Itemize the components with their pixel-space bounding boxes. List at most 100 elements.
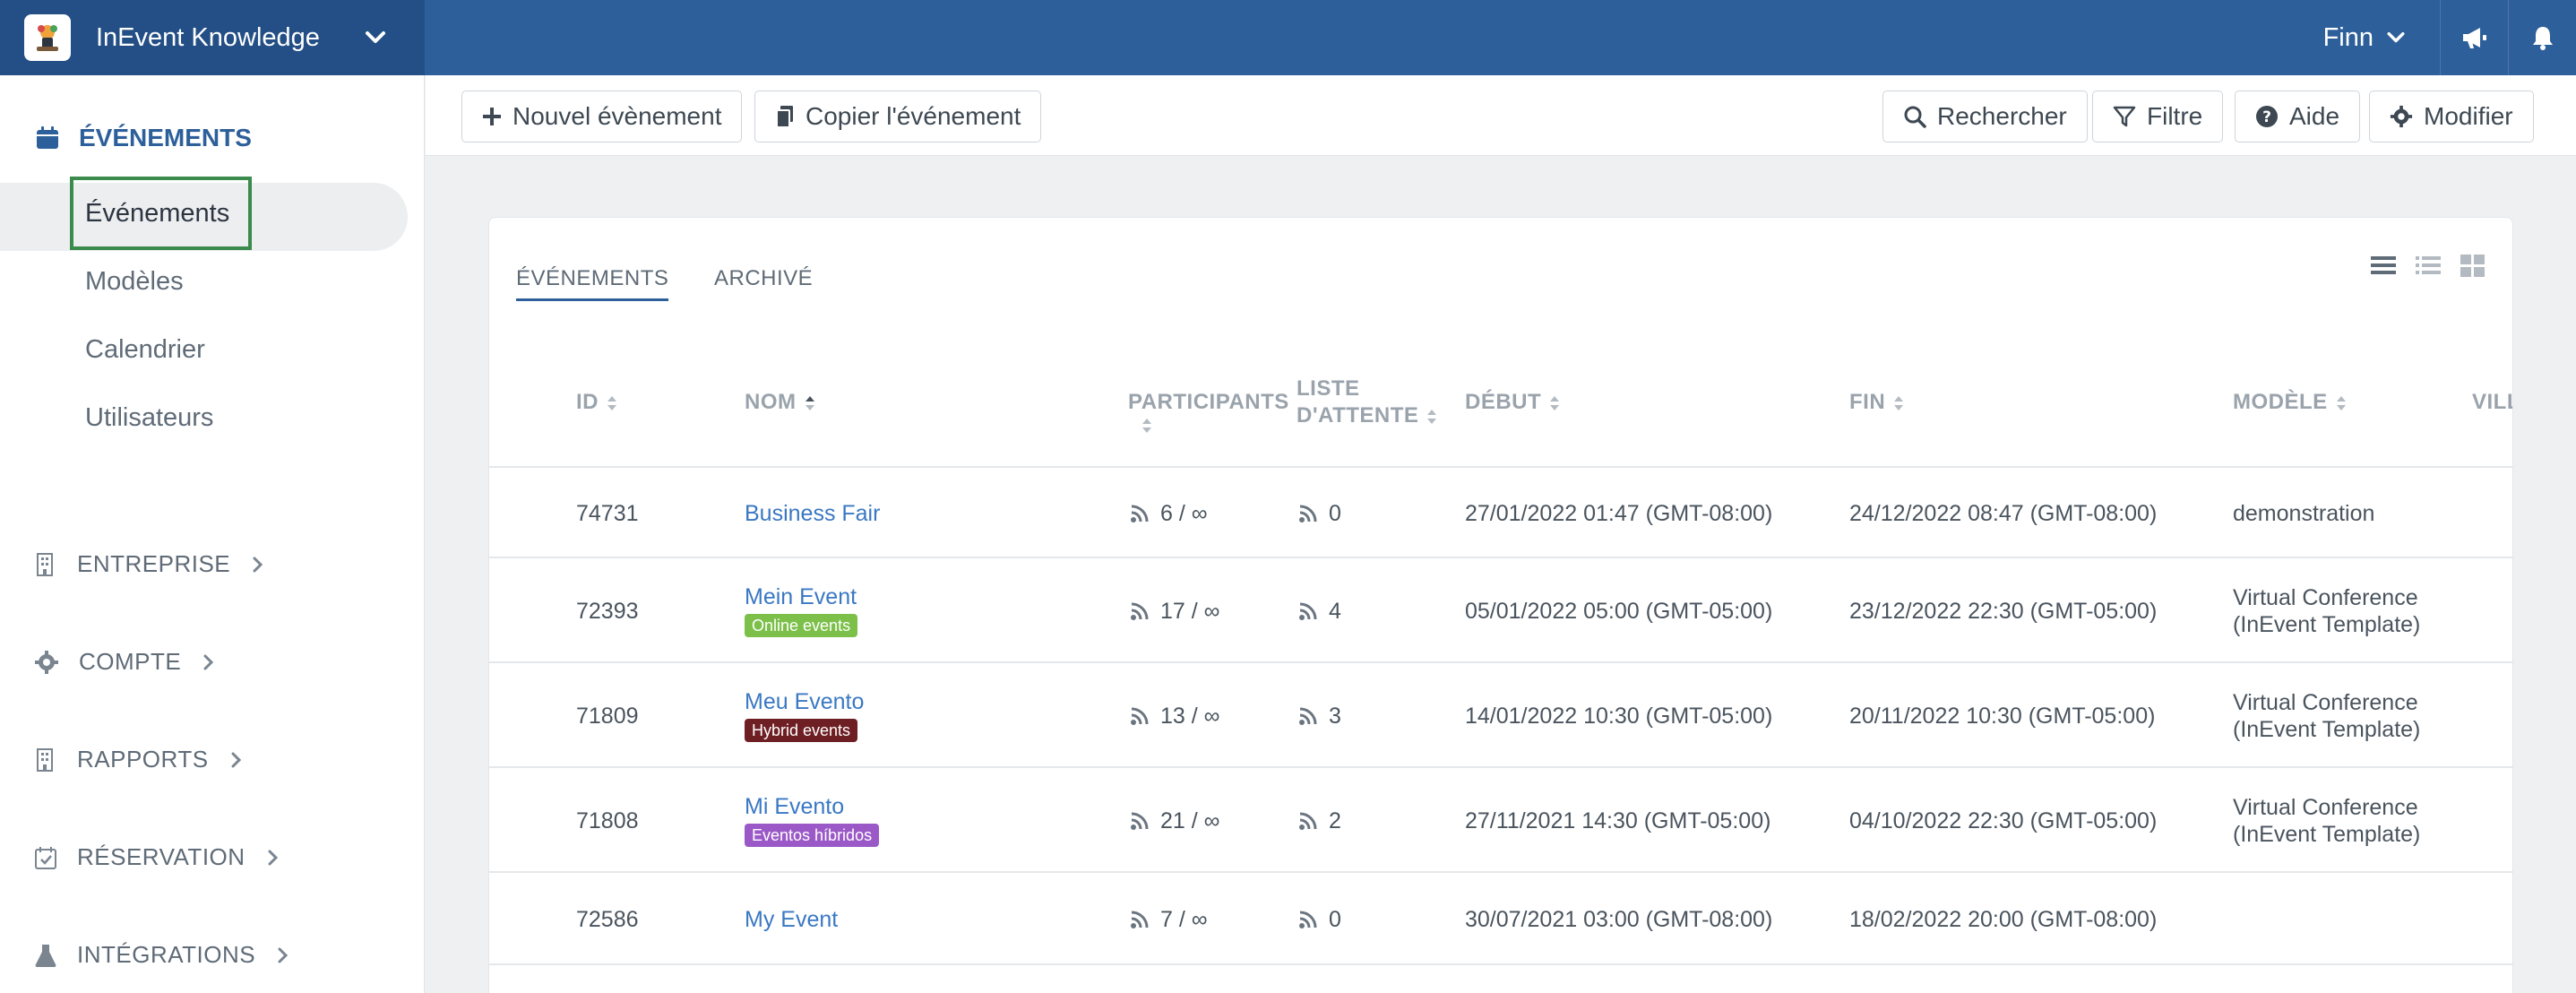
gear-icon bbox=[2390, 105, 2413, 128]
column-header-city[interactable]: VILL bbox=[2472, 389, 2512, 416]
sidebar-group-reports[interactable]: RAPPORTS bbox=[34, 746, 245, 773]
sidebar-item-users[interactable]: Utilisateurs bbox=[85, 403, 213, 433]
cell-waitlist: 0 bbox=[1298, 906, 1341, 933]
tab-events[interactable]: ÉVÉNEMENTS bbox=[516, 266, 669, 301]
cell-id: 72586 bbox=[576, 907, 639, 932]
cell-end: 20/11/2022 10:30 (GMT-05:00) bbox=[1849, 704, 2156, 729]
cell-participants: 7 / ∞ bbox=[1130, 906, 1208, 933]
waitlist-count: 2 bbox=[1329, 808, 1341, 833]
cell-waitlist: 2 bbox=[1298, 807, 1341, 834]
rss-icon bbox=[1131, 602, 1149, 620]
cell-end: 24/12/2022 08:47 (GMT-08:00) bbox=[1849, 501, 2158, 526]
edit-button[interactable]: Modifier bbox=[2369, 91, 2534, 142]
header-label: MODÈLE bbox=[2233, 390, 2328, 414]
help-icon: ? bbox=[2256, 106, 2278, 127]
column-header-id[interactable]: ID bbox=[576, 389, 618, 416]
megaphone-icon[interactable] bbox=[2440, 0, 2508, 75]
participants-count: 7 / ∞ bbox=[1160, 907, 1208, 932]
template-line: Virtual Conference bbox=[2233, 690, 2418, 715]
sort-icon bbox=[2336, 395, 2346, 410]
row-divider bbox=[489, 557, 2512, 558]
calendar-check-icon bbox=[35, 846, 56, 869]
cell-waitlist: 0 bbox=[1298, 500, 1341, 527]
sidebar-group-account[interactable]: COMPTE bbox=[34, 648, 217, 676]
tab-archived[interactable]: ARCHIVÉ bbox=[714, 266, 813, 291]
chevron-down-icon bbox=[2387, 31, 2405, 43]
grid-view-icon[interactable] bbox=[2459, 252, 2487, 279]
search-button[interactable]: Rechercher bbox=[1882, 91, 2088, 142]
chevron-right-icon bbox=[268, 850, 278, 865]
cell-start: 30/07/2021 03:00 (GMT-08:00) bbox=[1465, 907, 1773, 932]
column-header-participants[interactable]: PARTICIPANTS bbox=[1128, 389, 1289, 443]
cell-id: 71809 bbox=[576, 704, 639, 729]
sort-icon bbox=[1550, 395, 1560, 410]
cell-participants: 17 / ∞ bbox=[1130, 598, 1219, 625]
rss-icon bbox=[1299, 707, 1317, 725]
filter-button[interactable]: Filtre bbox=[2092, 91, 2224, 142]
cell-start: 14/01/2022 10:30 (GMT-05:00) bbox=[1465, 704, 1773, 729]
cell-start: 27/01/2022 01:47 (GMT-08:00) bbox=[1465, 501, 1773, 526]
column-header-template[interactable]: MODÈLE bbox=[2233, 389, 2348, 416]
bell-icon[interactable] bbox=[2508, 0, 2576, 75]
edit-label: Modifier bbox=[2424, 102, 2513, 130]
event-name-link[interactable]: Business Fair bbox=[745, 500, 880, 527]
sidebar-group-company[interactable]: ENTREPRISE bbox=[34, 550, 266, 578]
sidebar-item-events[interactable]: Événements bbox=[85, 199, 229, 229]
detail-list-icon[interactable] bbox=[2414, 252, 2442, 279]
event-name-link[interactable]: Mein Event bbox=[745, 583, 857, 610]
user-menu[interactable]: Finn bbox=[2291, 0, 2440, 75]
sidebar-item-calendar[interactable]: Calendrier bbox=[85, 335, 205, 365]
column-header-start[interactable]: DÉBUT bbox=[1465, 389, 1561, 416]
header-label: D'ATTENTE bbox=[1297, 403, 1419, 427]
list-view-icon[interactable] bbox=[2369, 252, 2398, 279]
template-line: Virtual Conference bbox=[2233, 795, 2418, 820]
participants-count: 21 / ∞ bbox=[1160, 808, 1220, 833]
rss-icon bbox=[1299, 505, 1317, 522]
new-event-button[interactable]: Nouvel évènement bbox=[461, 91, 743, 142]
sidebar-group-booking[interactable]: RÉSERVATION bbox=[34, 843, 281, 871]
chevron-down-icon[interactable] bbox=[362, 24, 389, 56]
copy-event-button[interactable]: Copier l'événement bbox=[754, 91, 1042, 142]
copy-event-label: Copier l'événement bbox=[806, 102, 1021, 130]
sidebar-group-label: ENTREPRISE bbox=[77, 550, 231, 577]
event-name-link[interactable]: My Event bbox=[745, 906, 838, 933]
participants-count: 13 / ∞ bbox=[1160, 704, 1220, 729]
building-icon bbox=[37, 552, 53, 576]
toolbar: Nouvel évènement Copier l'événement Rech… bbox=[426, 75, 2576, 156]
row-divider bbox=[489, 871, 2512, 873]
view-switcher bbox=[2369, 252, 2487, 279]
cell-template: Virtual Conference (InEvent Template) bbox=[2233, 584, 2420, 638]
plus-icon bbox=[483, 108, 501, 125]
chevron-right-icon bbox=[278, 947, 289, 963]
cell-participants: 21 / ∞ bbox=[1130, 807, 1219, 834]
sidebar-group-integrations[interactable]: INTÉGRATIONS bbox=[34, 941, 291, 969]
building-icon bbox=[37, 747, 53, 772]
event-name-link[interactable]: Mi Evento bbox=[745, 793, 879, 820]
event-tag-badge: Online events bbox=[745, 614, 858, 637]
sidebar: ÉVÉNEMENTS Événements Modèles Calendrier… bbox=[0, 75, 425, 993]
waitlist-count: 3 bbox=[1329, 704, 1341, 729]
brand-switcher[interactable]: InEvent Knowledge bbox=[0, 0, 425, 75]
cell-template: Virtual Conference (InEvent Template) bbox=[2233, 794, 2420, 848]
rss-icon bbox=[1131, 812, 1149, 830]
top-bar: InEvent Knowledge Finn bbox=[0, 0, 2576, 75]
cell-start: 27/11/2021 14:30 (GMT-05:00) bbox=[1465, 808, 1771, 833]
column-header-waitlist[interactable]: LISTE D'ATTENTE bbox=[1297, 376, 1438, 429]
cell-id: 72393 bbox=[576, 599, 639, 624]
column-header-end[interactable]: FIN bbox=[1849, 389, 1905, 416]
sidebar-group-label: RÉSERVATION bbox=[77, 843, 246, 870]
chevron-right-icon bbox=[203, 654, 214, 669]
rss-icon bbox=[1131, 505, 1149, 522]
gear-icon bbox=[35, 650, 58, 674]
cell-name: Meu Evento Hybrid events bbox=[745, 688, 864, 742]
event-name-link[interactable]: Meu Evento bbox=[745, 688, 864, 715]
rss-icon bbox=[1299, 602, 1317, 620]
cell-waitlist: 4 bbox=[1298, 598, 1341, 625]
column-header-name[interactable]: NOM bbox=[745, 389, 816, 416]
cell-name: Mi Evento Eventos híbridos bbox=[745, 793, 880, 847]
sidebar-item-templates[interactable]: Modèles bbox=[85, 267, 184, 297]
waitlist-count: 0 bbox=[1329, 501, 1341, 526]
help-button[interactable]: ? Aide bbox=[2235, 91, 2361, 142]
template-line: Virtual Conference bbox=[2233, 585, 2418, 610]
sidebar-section-events[interactable]: ÉVÉNEMENTS bbox=[34, 124, 252, 152]
